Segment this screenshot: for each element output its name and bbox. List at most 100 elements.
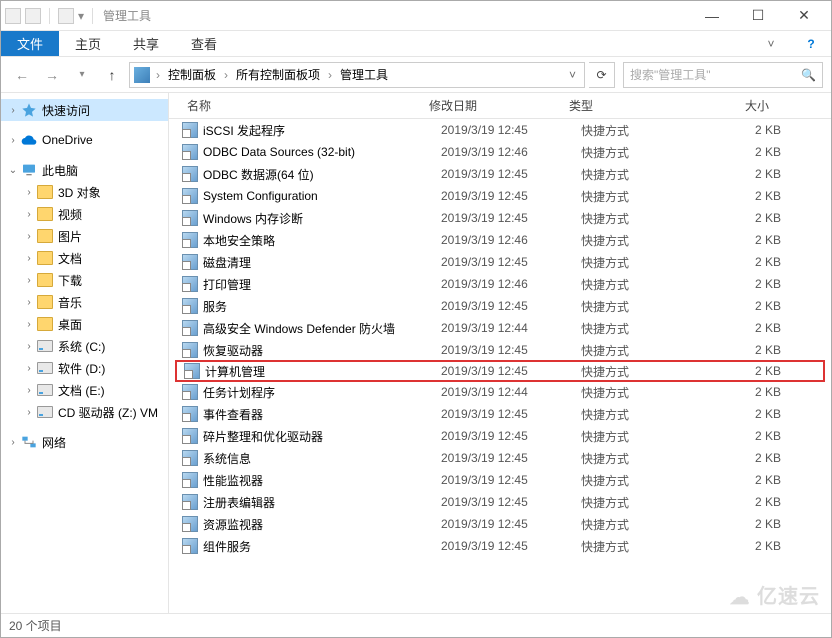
chevron-right-icon[interactable]: ›: [154, 68, 162, 82]
file-row[interactable]: Windows 内存诊断2019/3/19 12:45快捷方式2 KB: [169, 207, 831, 229]
file-size: 2 KB: [731, 407, 791, 421]
sidebar-item-pc-child[interactable]: ›下载: [1, 269, 168, 291]
file-date: 2019/3/19 12:46: [441, 233, 581, 247]
expand-icon[interactable]: ›: [7, 135, 19, 146]
qat-dropdown[interactable]: ▾: [78, 9, 84, 23]
chevron-right-icon[interactable]: ›: [222, 68, 230, 82]
column-header-type[interactable]: 类型: [569, 97, 719, 114]
collapse-icon[interactable]: ⌄: [7, 165, 19, 176]
column-header-name[interactable]: 名称: [169, 97, 429, 114]
tab-home[interactable]: 主页: [59, 31, 117, 56]
sidebar-item-pc-child[interactable]: ›文档: [1, 247, 168, 269]
expand-icon[interactable]: ›: [23, 297, 35, 308]
tab-view[interactable]: 查看: [175, 31, 233, 56]
file-row[interactable]: 碎片整理和优化驱动器2019/3/19 12:45快捷方式2 KB: [169, 425, 831, 447]
expand-icon[interactable]: ›: [23, 275, 35, 286]
breadcrumb-dropdown[interactable]: ˅: [565, 68, 580, 82]
expand-icon[interactable]: ›: [23, 319, 35, 330]
location-icon: [134, 67, 150, 83]
sidebar-item-pc-child[interactable]: ›音乐: [1, 291, 168, 313]
expand-icon[interactable]: ›: [23, 187, 35, 198]
expand-icon[interactable]: ›: [23, 385, 35, 396]
file-row[interactable]: 任务计划程序2019/3/19 12:44快捷方式2 KB: [169, 381, 831, 403]
file-row[interactable]: 打印管理2019/3/19 12:46快捷方式2 KB: [169, 273, 831, 295]
file-row[interactable]: ODBC Data Sources (32-bit)2019/3/19 12:4…: [169, 141, 831, 163]
help-button[interactable]: ?: [791, 37, 831, 51]
folder-icon: [37, 295, 53, 309]
file-row[interactable]: 恢复驱动器2019/3/19 12:45快捷方式2 KB: [169, 339, 831, 361]
sidebar-item-pc-child[interactable]: ›文档 (E:): [1, 379, 168, 401]
sidebar-item-pc-child[interactable]: ›图片: [1, 225, 168, 247]
search-placeholder: 搜索"管理工具": [630, 66, 711, 83]
sidebar-item-pc-child[interactable]: ›软件 (D:): [1, 357, 168, 379]
back-button[interactable]: ←: [9, 62, 35, 88]
expand-icon[interactable]: ›: [23, 253, 35, 264]
forward-button[interactable]: →: [39, 62, 65, 88]
file-row[interactable]: 事件查看器2019/3/19 12:45快捷方式2 KB: [169, 403, 831, 425]
file-row[interactable]: 本地安全策略2019/3/19 12:46快捷方式2 KB: [169, 229, 831, 251]
breadcrumb[interactable]: › 控制面板 › 所有控制面板项 › 管理工具 ˅: [129, 62, 585, 88]
sidebar-item-pc-child[interactable]: ›桌面: [1, 313, 168, 335]
up-button[interactable]: ↑: [99, 62, 125, 88]
sidebar-item-pc-child[interactable]: ›CD 驱动器 (Z:) VM: [1, 401, 168, 423]
shortcut-icon: [181, 428, 199, 444]
tab-file[interactable]: 文件: [1, 31, 59, 56]
item-count: 20 个项目: [9, 617, 62, 634]
file-name: 计算机管理: [201, 363, 441, 380]
file-date: 2019/3/19 12:45: [441, 473, 581, 487]
sidebar-item-pc-child[interactable]: ›系统 (C:): [1, 335, 168, 357]
expand-icon[interactable]: ›: [23, 231, 35, 242]
file-type: 快捷方式: [581, 210, 731, 227]
file-date: 2019/3/19 12:45: [441, 539, 581, 553]
close-button[interactable]: ✕: [781, 1, 827, 31]
file-name: 事件查看器: [199, 406, 441, 423]
maximize-button[interactable]: ☐: [735, 1, 781, 31]
ribbon-expand[interactable]: ˅: [751, 37, 791, 51]
file-row[interactable]: 组件服务2019/3/19 12:45快捷方式2 KB: [169, 535, 831, 557]
minimize-button[interactable]: —: [689, 1, 735, 31]
file-row[interactable]: 资源监视器2019/3/19 12:45快捷方式2 KB: [169, 513, 831, 535]
shortcut-icon: [181, 298, 199, 314]
file-name: ODBC Data Sources (32-bit): [199, 145, 441, 159]
expand-icon[interactable]: ›: [7, 105, 19, 116]
expand-icon[interactable]: ›: [23, 209, 35, 220]
file-date: 2019/3/19 12:44: [441, 321, 581, 335]
sidebar-item-onedrive[interactable]: › OneDrive: [1, 129, 168, 151]
sidebar-item-pc-child[interactable]: ›视频: [1, 203, 168, 225]
file-row[interactable]: 计算机管理2019/3/19 12:45快捷方式2 KB: [175, 360, 825, 382]
sidebar-item-thispc[interactable]: ⌄ 此电脑: [1, 159, 168, 181]
file-row[interactable]: iSCSI 发起程序2019/3/19 12:45快捷方式2 KB: [169, 119, 831, 141]
breadcrumb-item[interactable]: 所有控制面板项: [234, 66, 322, 83]
expand-icon[interactable]: ›: [23, 341, 35, 352]
chevron-right-icon[interactable]: ›: [326, 68, 334, 82]
file-size: 2 KB: [731, 517, 791, 531]
expand-icon[interactable]: ›: [23, 407, 35, 418]
refresh-button[interactable]: ⟳: [589, 62, 615, 88]
file-row[interactable]: 服务2019/3/19 12:45快捷方式2 KB: [169, 295, 831, 317]
search-input[interactable]: 搜索"管理工具" 🔍: [623, 62, 823, 88]
expand-icon[interactable]: ›: [7, 437, 19, 448]
column-header-size[interactable]: 大小: [719, 97, 779, 114]
qat-button-2[interactable]: [58, 8, 74, 24]
history-dropdown[interactable]: ▾: [69, 62, 95, 88]
file-row[interactable]: 高级安全 Windows Defender 防火墙2019/3/19 12:44…: [169, 317, 831, 339]
sidebar-item-pc-child[interactable]: ›3D 对象: [1, 181, 168, 203]
column-header-date[interactable]: 修改日期: [429, 97, 569, 114]
file-date: 2019/3/19 12:45: [441, 451, 581, 465]
breadcrumb-item[interactable]: 管理工具: [338, 66, 390, 83]
file-row[interactable]: System Configuration2019/3/19 12:45快捷方式2…: [169, 185, 831, 207]
breadcrumb-item[interactable]: 控制面板: [166, 66, 218, 83]
file-row[interactable]: ODBC 数据源(64 位)2019/3/19 12:45快捷方式2 KB: [169, 163, 831, 185]
qat-button-1[interactable]: [25, 8, 41, 24]
file-row[interactable]: 性能监视器2019/3/19 12:45快捷方式2 KB: [169, 469, 831, 491]
file-row[interactable]: 磁盘清理2019/3/19 12:45快捷方式2 KB: [169, 251, 831, 273]
file-size: 2 KB: [731, 167, 791, 181]
search-icon[interactable]: 🔍: [801, 68, 816, 82]
sidebar-item-network[interactable]: › 网络: [1, 431, 168, 453]
file-row[interactable]: 注册表编辑器2019/3/19 12:45快捷方式2 KB: [169, 491, 831, 513]
expand-icon[interactable]: ›: [23, 363, 35, 374]
file-date: 2019/3/19 12:46: [441, 145, 581, 159]
sidebar-item-quick-access[interactable]: › 快速访问: [1, 99, 168, 121]
file-row[interactable]: 系统信息2019/3/19 12:45快捷方式2 KB: [169, 447, 831, 469]
tab-share[interactable]: 共享: [117, 31, 175, 56]
